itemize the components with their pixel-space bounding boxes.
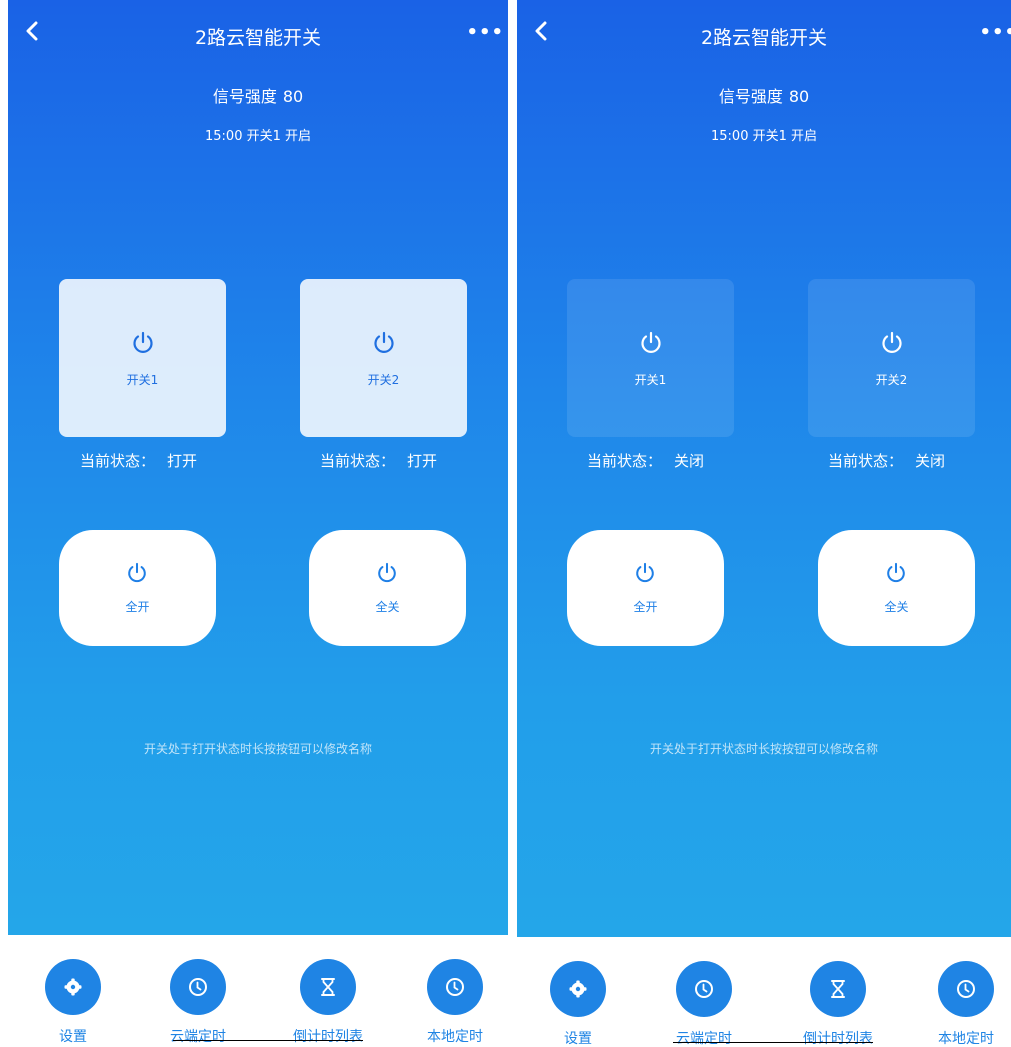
all-on-label: 全开 xyxy=(125,600,150,614)
power-icon xyxy=(887,562,905,583)
status-label: 当前状态： xyxy=(828,452,904,470)
gear-icon xyxy=(569,980,587,998)
tab-settings-label: 设置 xyxy=(564,1031,592,1047)
page-title: 2路云智能开关 xyxy=(700,27,828,49)
tab-local-timer-label: 本地定时 xyxy=(427,1029,483,1045)
gear-icon xyxy=(64,978,82,996)
switch-2-label: 开关2 xyxy=(367,373,400,387)
clock-icon xyxy=(189,978,207,996)
switch-1-label: 开关1 xyxy=(634,373,667,387)
signal-label: 信号强度 xyxy=(212,87,277,106)
clock-icon xyxy=(695,980,713,998)
all-on-button[interactable]: 全开 xyxy=(59,530,216,646)
tab-cloud-timer-label: 云端定时 xyxy=(676,1031,732,1047)
power-icon xyxy=(636,562,654,583)
status-value: 关闭 xyxy=(915,452,946,470)
tab-settings[interactable]: 设置 xyxy=(533,951,623,1047)
all-on-label: 全开 xyxy=(633,600,658,614)
tab-countdown-list[interactable]: 倒计时列表 xyxy=(793,951,883,1047)
status-label: 当前状态： xyxy=(587,452,663,470)
switch-1-status: 当前状态： 关闭 xyxy=(587,450,704,471)
all-off-button[interactable]: 全关 xyxy=(818,530,975,646)
countdown-icon-circle xyxy=(300,959,356,1015)
tab-local-timer-label: 本地定时 xyxy=(938,1031,994,1047)
nav-bar: 2路云智能开关 ••• xyxy=(8,0,508,56)
nav-bar: 2路云智能开关 ••• xyxy=(517,0,1011,56)
more-icon[interactable]: ••• xyxy=(466,24,504,42)
status-value: 打开 xyxy=(167,452,198,470)
switch-1-label: 开关1 xyxy=(126,373,159,387)
tab-countdown-list-label: 倒计时列表 xyxy=(293,1029,363,1045)
rename-hint: 开关处于打开状态时长按按钮可以修改名称 xyxy=(143,742,372,756)
signal-strength: 信号强度 80 xyxy=(517,83,1011,107)
local-timer-icon-circle xyxy=(938,961,994,1017)
hourglass-icon xyxy=(321,978,335,996)
all-off-label: 全关 xyxy=(884,600,909,614)
tab-settings[interactable]: 设置 xyxy=(28,949,118,1047)
power-icon xyxy=(128,562,146,583)
tab-cloud-timer[interactable]: 云端定时 xyxy=(153,949,243,1047)
all-off-button[interactable]: 全关 xyxy=(309,530,466,646)
tab-settings-label: 设置 xyxy=(59,1029,87,1045)
switch-2-status: 当前状态： 关闭 xyxy=(828,450,945,471)
tab-local-timer[interactable]: 本地定时 xyxy=(921,951,1011,1047)
power-icon xyxy=(378,562,396,583)
clock-icon xyxy=(957,980,975,998)
signal-value: 80 xyxy=(282,87,304,106)
more-icon[interactable]: ••• xyxy=(979,24,1011,42)
timer-summary: 15:00 开关1 开启 xyxy=(205,129,311,144)
status-value: 打开 xyxy=(407,452,438,470)
screen-switch-on: 2路云智能开关 ••• 信号强度 80 15:00 开关1 开启 开关1 开关2 … xyxy=(8,0,508,1047)
switch-1-status: 当前状态： 打开 xyxy=(80,450,197,471)
screen-switch-off: 2路云智能开关 ••• 信号强度80 15:00 开关1 开启 开关1 开关2 … xyxy=(517,0,1011,1047)
clock-icon xyxy=(446,978,464,996)
switch-1-button[interactable]: 开关1 xyxy=(59,279,226,437)
tab-cloud-timer[interactable]: 云端定时 xyxy=(659,951,749,1047)
tab-cloud-timer-label: 云端定时 xyxy=(170,1029,226,1045)
switch-2-button[interactable]: 开关2 xyxy=(300,279,467,437)
timer-summary: 15:00 开关1 开启 xyxy=(711,129,817,144)
switch-2-label: 开关2 xyxy=(875,373,908,387)
hourglass-icon xyxy=(831,980,845,998)
power-icon xyxy=(374,331,394,353)
rename-hint: 开关处于打开状态时长按按钮可以修改名称 xyxy=(649,742,878,756)
status-label: 当前状态： xyxy=(320,452,396,470)
local-timer-icon-circle xyxy=(427,959,483,1015)
page-title: 2路云智能开关 xyxy=(194,27,322,49)
cloud-timer-icon-circle xyxy=(170,959,226,1015)
power-icon xyxy=(133,331,153,353)
settings-icon-circle xyxy=(550,961,606,1017)
bottom-tab-bar: 设置 云端定时 倒计时列表 本地定时 xyxy=(8,935,508,1047)
tab-countdown-list-label: 倒计时列表 xyxy=(803,1031,873,1047)
switch-2-button[interactable]: 开关2 xyxy=(808,279,975,437)
switch-1-button[interactable]: 开关1 xyxy=(567,279,734,437)
power-icon xyxy=(641,331,661,353)
tab-local-timer[interactable]: 本地定时 xyxy=(410,949,500,1047)
status-value: 关闭 xyxy=(674,452,705,470)
signal-label: 信号强度 xyxy=(718,87,783,106)
settings-icon-circle xyxy=(45,959,101,1015)
countdown-icon-circle xyxy=(810,961,866,1017)
tab-countdown-list[interactable]: 倒计时列表 xyxy=(283,949,373,1047)
signal-strength: 信号强度 80 xyxy=(8,83,508,107)
cloud-timer-icon-circle xyxy=(676,961,732,1017)
underline-divider xyxy=(173,1040,363,1041)
bottom-tab-bar: 设置 云端定时 倒计时列表 本地定时 xyxy=(517,937,1011,1047)
power-icon xyxy=(882,331,902,353)
signal-value: 80 xyxy=(788,87,810,106)
switch-2-status: 当前状态： 打开 xyxy=(320,450,437,471)
all-off-label: 全关 xyxy=(375,600,400,614)
status-label: 当前状态： xyxy=(80,452,156,470)
all-on-button[interactable]: 全开 xyxy=(567,530,724,646)
underline-divider xyxy=(673,1042,873,1043)
